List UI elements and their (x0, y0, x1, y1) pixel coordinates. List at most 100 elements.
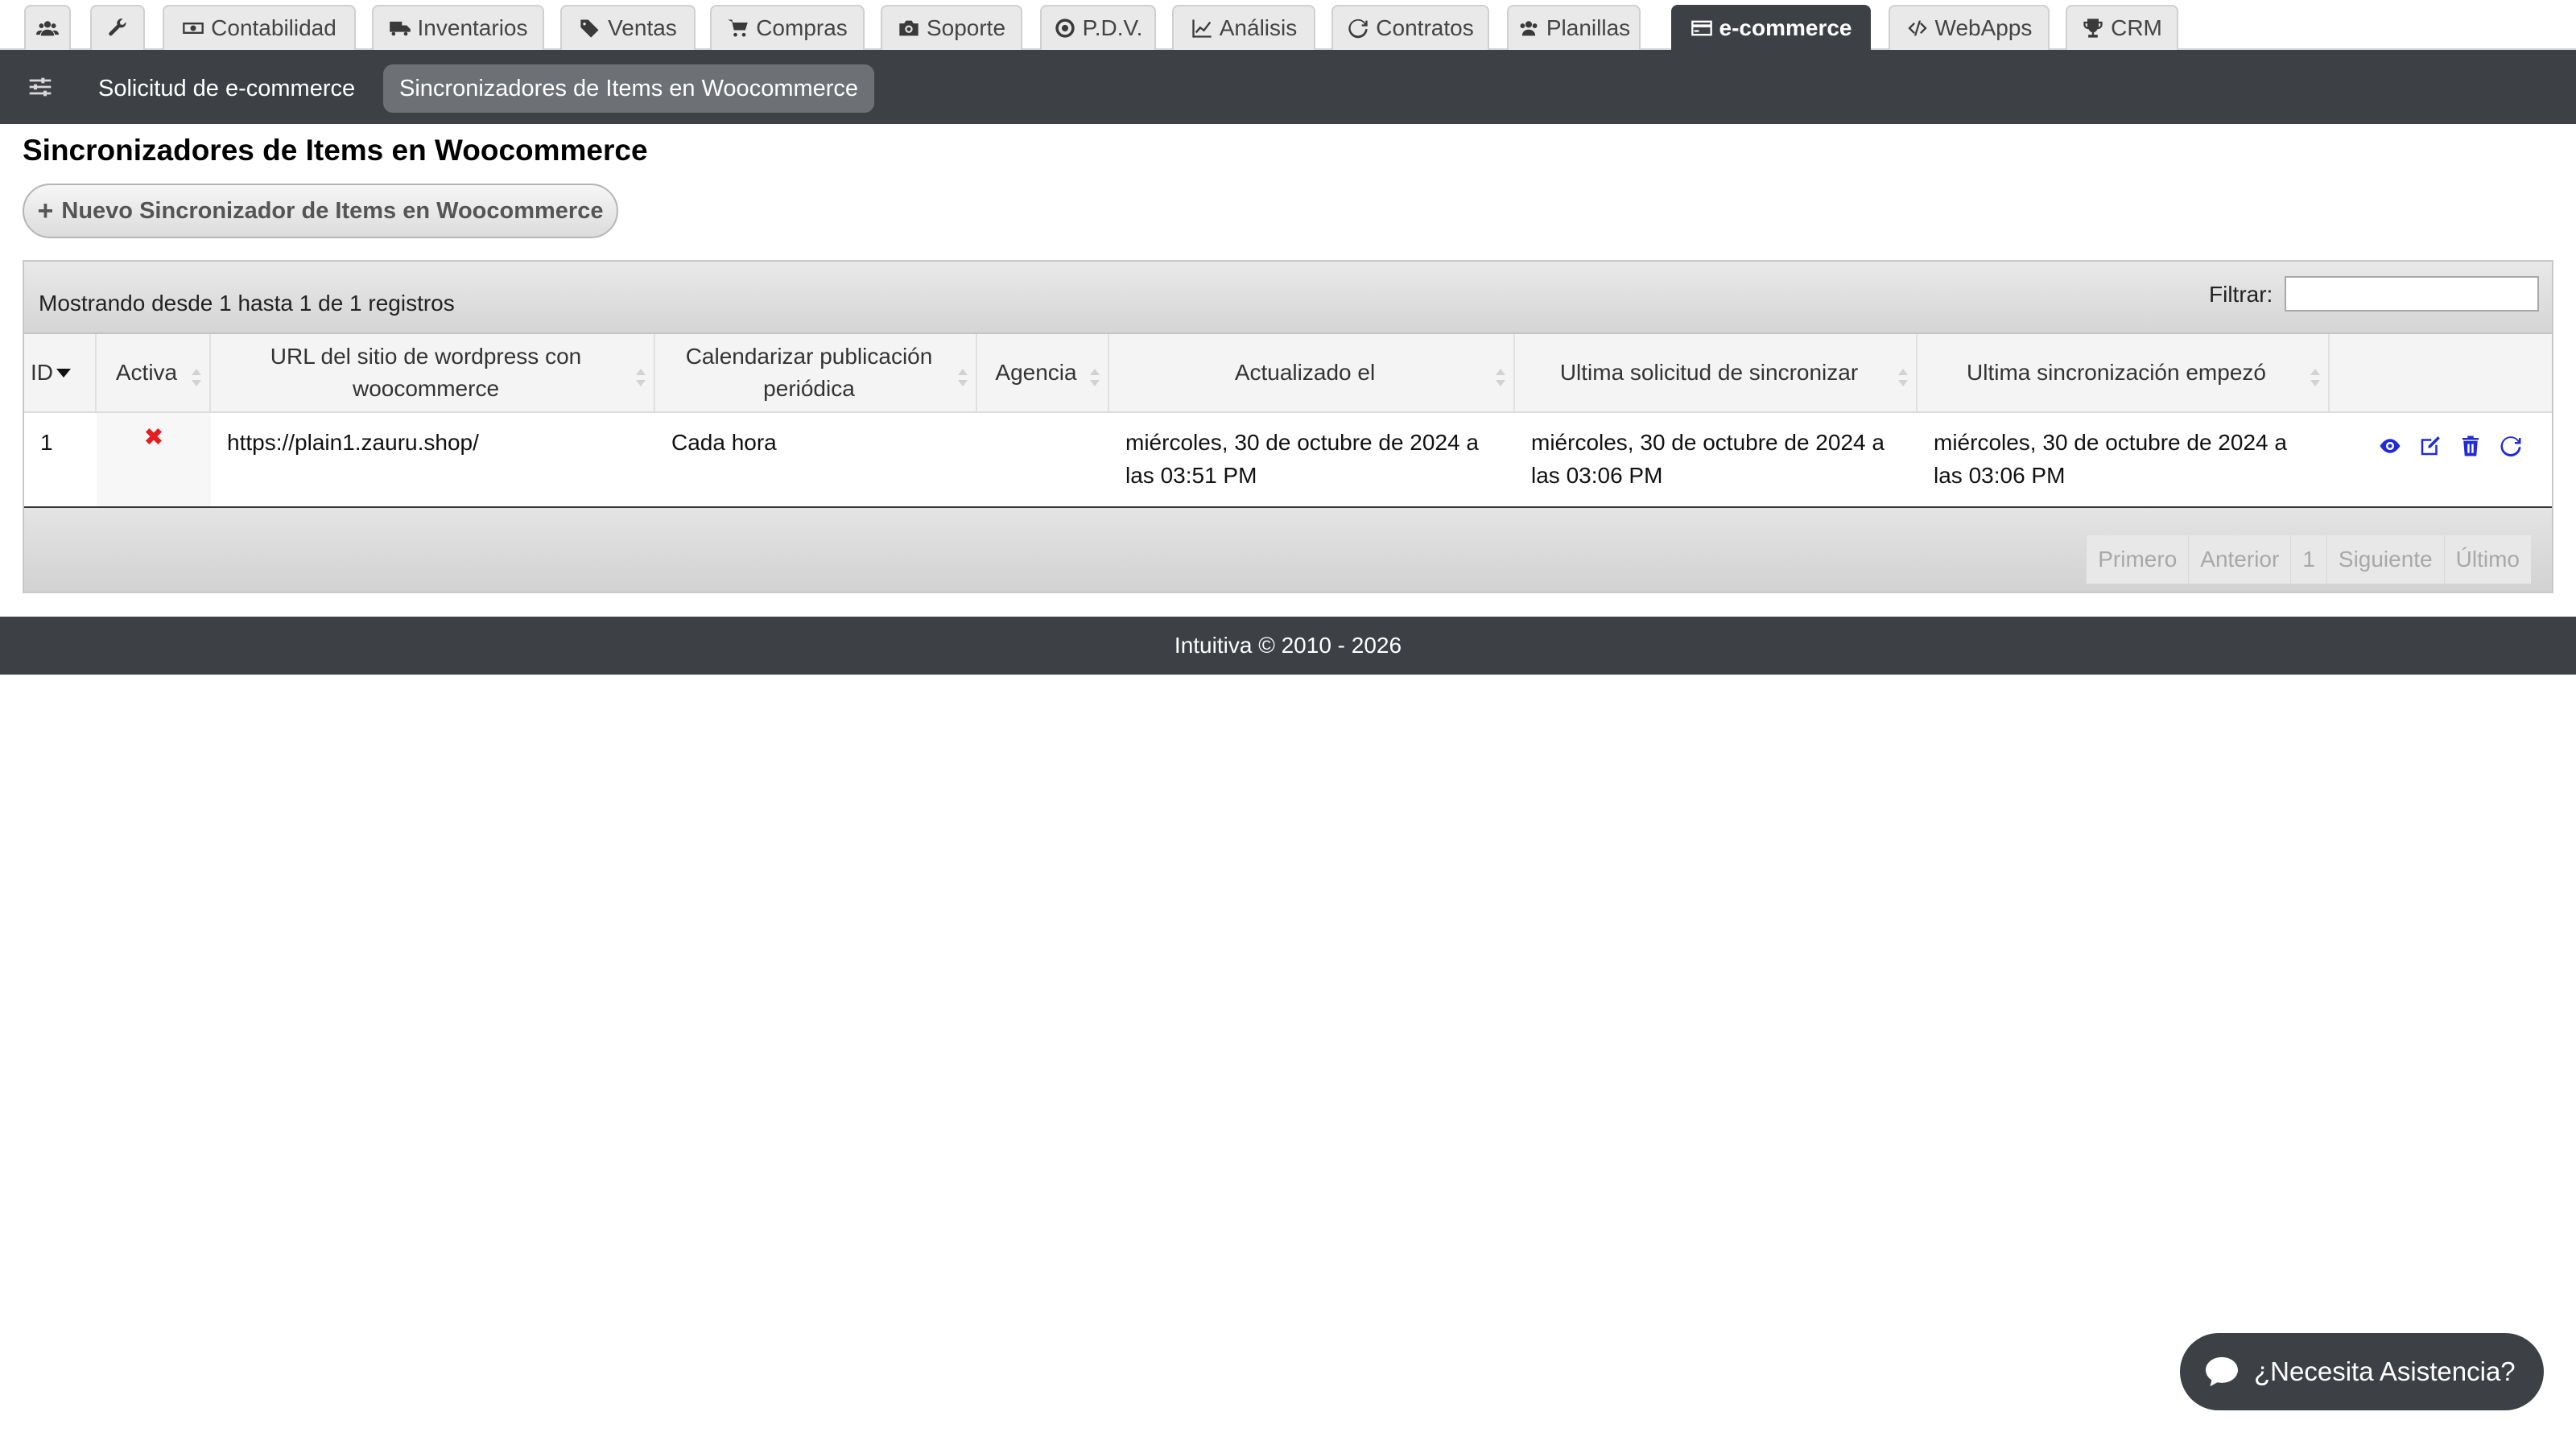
cell-url: https://plain1.zauru.shop/ (227, 430, 479, 455)
column-header-activa[interactable]: Activa (97, 334, 211, 411)
tab-users[interactable] (24, 5, 71, 50)
sort-icon (958, 363, 968, 386)
footer-text: Intuitiva © 2010 - 2026 (1174, 633, 1402, 658)
column-header-label: Ultima solicitud de sincronizar (1559, 360, 1859, 385)
subnav-label: Solicitud de e-commerce (98, 75, 356, 101)
sync-button[interactable] (2499, 434, 2523, 467)
trophy-icon (2083, 19, 2103, 38)
tab-label: Ventas (608, 15, 677, 40)
module-tabs: Contabilidad Inventarios Ventas Compras … (0, 0, 2576, 50)
column-header-ultima-sincronizacion[interactable]: Ultima sincronización empezó (1918, 334, 2330, 411)
column-header-url[interactable]: URL del sitio de wordpress con woocommer… (211, 334, 655, 411)
tab-label: Soporte (926, 15, 1006, 40)
pagination-last[interactable]: Último (2443, 535, 2531, 584)
line-chart-icon (1192, 19, 1212, 38)
tags-icon (580, 19, 599, 38)
tab-ventas[interactable]: Ventas (560, 5, 696, 50)
tab-soporte[interactable]: Soporte (881, 5, 1022, 50)
tab-inventarios[interactable]: Inventarios (372, 5, 544, 50)
column-header-label: Activa (115, 360, 178, 385)
cell-calendarizar: Cada hora (671, 430, 777, 455)
tab-analisis[interactable]: Análisis (1172, 5, 1315, 50)
cell-actualizado: miércoles, 30 de octubre de 2024 a las 0… (1125, 430, 1479, 488)
view-button[interactable] (2378, 434, 2402, 467)
filter-label: Filtrar: (2209, 282, 2273, 307)
tab-label: e-commerce (1719, 15, 1852, 40)
cart-icon (728, 19, 748, 37)
sliders-button[interactable] (27, 74, 53, 100)
pagination-previous[interactable]: Anterior (2188, 535, 2291, 584)
column-header-label: Actualizado el (1234, 360, 1376, 385)
tab-tools[interactable] (90, 5, 145, 50)
camera-icon (899, 20, 919, 36)
money-icon (183, 23, 204, 34)
sort-icon (636, 363, 646, 386)
column-header-ultima-solicitud[interactable]: Ultima solicitud de sincronizar (1515, 334, 1918, 411)
new-button-label: Nuevo Sincronizador de Items en Woocomme… (61, 197, 604, 224)
help-chat-button[interactable]: ¿Necesita Asistencia? (2180, 1333, 2544, 1410)
tab-pdv[interactable]: P.D.V. (1040, 5, 1156, 50)
help-label: ¿Necesita Asistencia? (2254, 1356, 2516, 1386)
column-header-calendarizar[interactable]: Calendarizar publicación periódica (655, 334, 977, 411)
footer: Intuitiva © 2010 - 2026 (0, 617, 2576, 675)
filter-input[interactable] (2285, 276, 2539, 312)
tab-planillas[interactable]: Planillas (1507, 5, 1641, 50)
tab-contratos[interactable]: Contratos (1331, 5, 1489, 50)
records-info: Mostrando desde 1 hasta 1 de 1 registros (39, 291, 455, 316)
sort-icon (2310, 363, 2320, 386)
column-header-actualizado[interactable]: Actualizado el (1109, 334, 1515, 411)
tab-label: Contratos (1376, 15, 1474, 40)
tab-webapps[interactable]: WebApps (1889, 5, 2050, 50)
users-icon (36, 21, 59, 36)
column-header-label: Agencia (995, 360, 1077, 385)
cell-ultima-sincronizacion: miércoles, 30 de octubre de 2024 a las 0… (1934, 430, 2287, 488)
pagination-next[interactable]: Siguiente (2326, 535, 2444, 584)
column-header-agencia[interactable]: Agencia (977, 334, 1109, 411)
sub-navigation: Solicitud de e-commerce Sincronizadores … (0, 50, 2576, 124)
chat-bubble-icon (2206, 1356, 2238, 1387)
page-title: Sincronizadores de Items en Woocommerce (23, 134, 648, 167)
column-header-label: URL del sitio de wordpress con woocommer… (270, 344, 582, 401)
column-header-id[interactable]: ID (24, 334, 97, 411)
column-header-label: ID (31, 360, 53, 385)
tab-label: WebApps (1934, 15, 2033, 40)
trash-icon (2462, 436, 2479, 456)
pagination-first[interactable]: Primero (2086, 535, 2189, 584)
subnav-label: Sincronizadores de Items en Woocommerce (399, 75, 859, 101)
refresh-icon (1348, 19, 1368, 39)
subnav-solicitud-ecommerce[interactable]: Solicitud de e-commerce (82, 64, 371, 113)
tab-crm[interactable]: CRM (2066, 5, 2178, 50)
code-icon (1907, 20, 1927, 36)
sort-icon (192, 363, 201, 386)
column-header-label: Ultima sincronización empezó (1967, 360, 2266, 385)
refresh-icon (2500, 436, 2521, 457)
sliders-icon (29, 77, 52, 97)
table-header-row: ID Activa URL del sitio de wordpress con… (24, 334, 2552, 413)
edit-button[interactable] (2418, 434, 2442, 467)
tab-contabilidad[interactable]: Contabilidad (163, 5, 356, 50)
cell-actions (2330, 413, 2552, 506)
table-row: 1 ✖ https://plain1.zauru.shop/ Cada hora… (24, 413, 2552, 508)
tab-compras[interactable]: Compras (710, 5, 865, 50)
tab-label: CRM (2111, 15, 2162, 40)
column-header-label: Calendarizar publicación periódica (685, 344, 933, 401)
plus-icon: + (37, 196, 54, 226)
wrench-icon (109, 19, 126, 36)
group-icon (1520, 21, 1538, 36)
cell-id: 1 (40, 430, 53, 455)
delete-button[interactable] (2458, 434, 2483, 467)
subnav-sincronizadores[interactable]: Sincronizadores de Items en Woocommerce (383, 64, 875, 113)
edit-icon (2421, 436, 2440, 456)
cell-ultima-solicitud: miércoles, 30 de octubre de 2024 a las 0… (1531, 430, 1885, 488)
tab-label: P.D.V. (1082, 15, 1143, 40)
inactive-x-icon: ✖ (97, 413, 211, 506)
sort-icon (1090, 363, 1100, 386)
tab-label: Compras (756, 15, 848, 40)
pagination: Primero Anterior 1 Siguiente Último (2086, 535, 2531, 584)
new-synchronizer-button[interactable]: + Nuevo Sincronizador de Items en Woocom… (23, 184, 618, 238)
tab-ecommerce[interactable]: e-commerce (1671, 5, 1871, 50)
pagination-page[interactable]: 1 (2290, 535, 2326, 584)
datatable-footer: Primero Anterior 1 Siguiente Último (24, 508, 2552, 592)
tab-label: Análisis (1219, 15, 1298, 40)
credit-card-icon (1690, 20, 1712, 36)
